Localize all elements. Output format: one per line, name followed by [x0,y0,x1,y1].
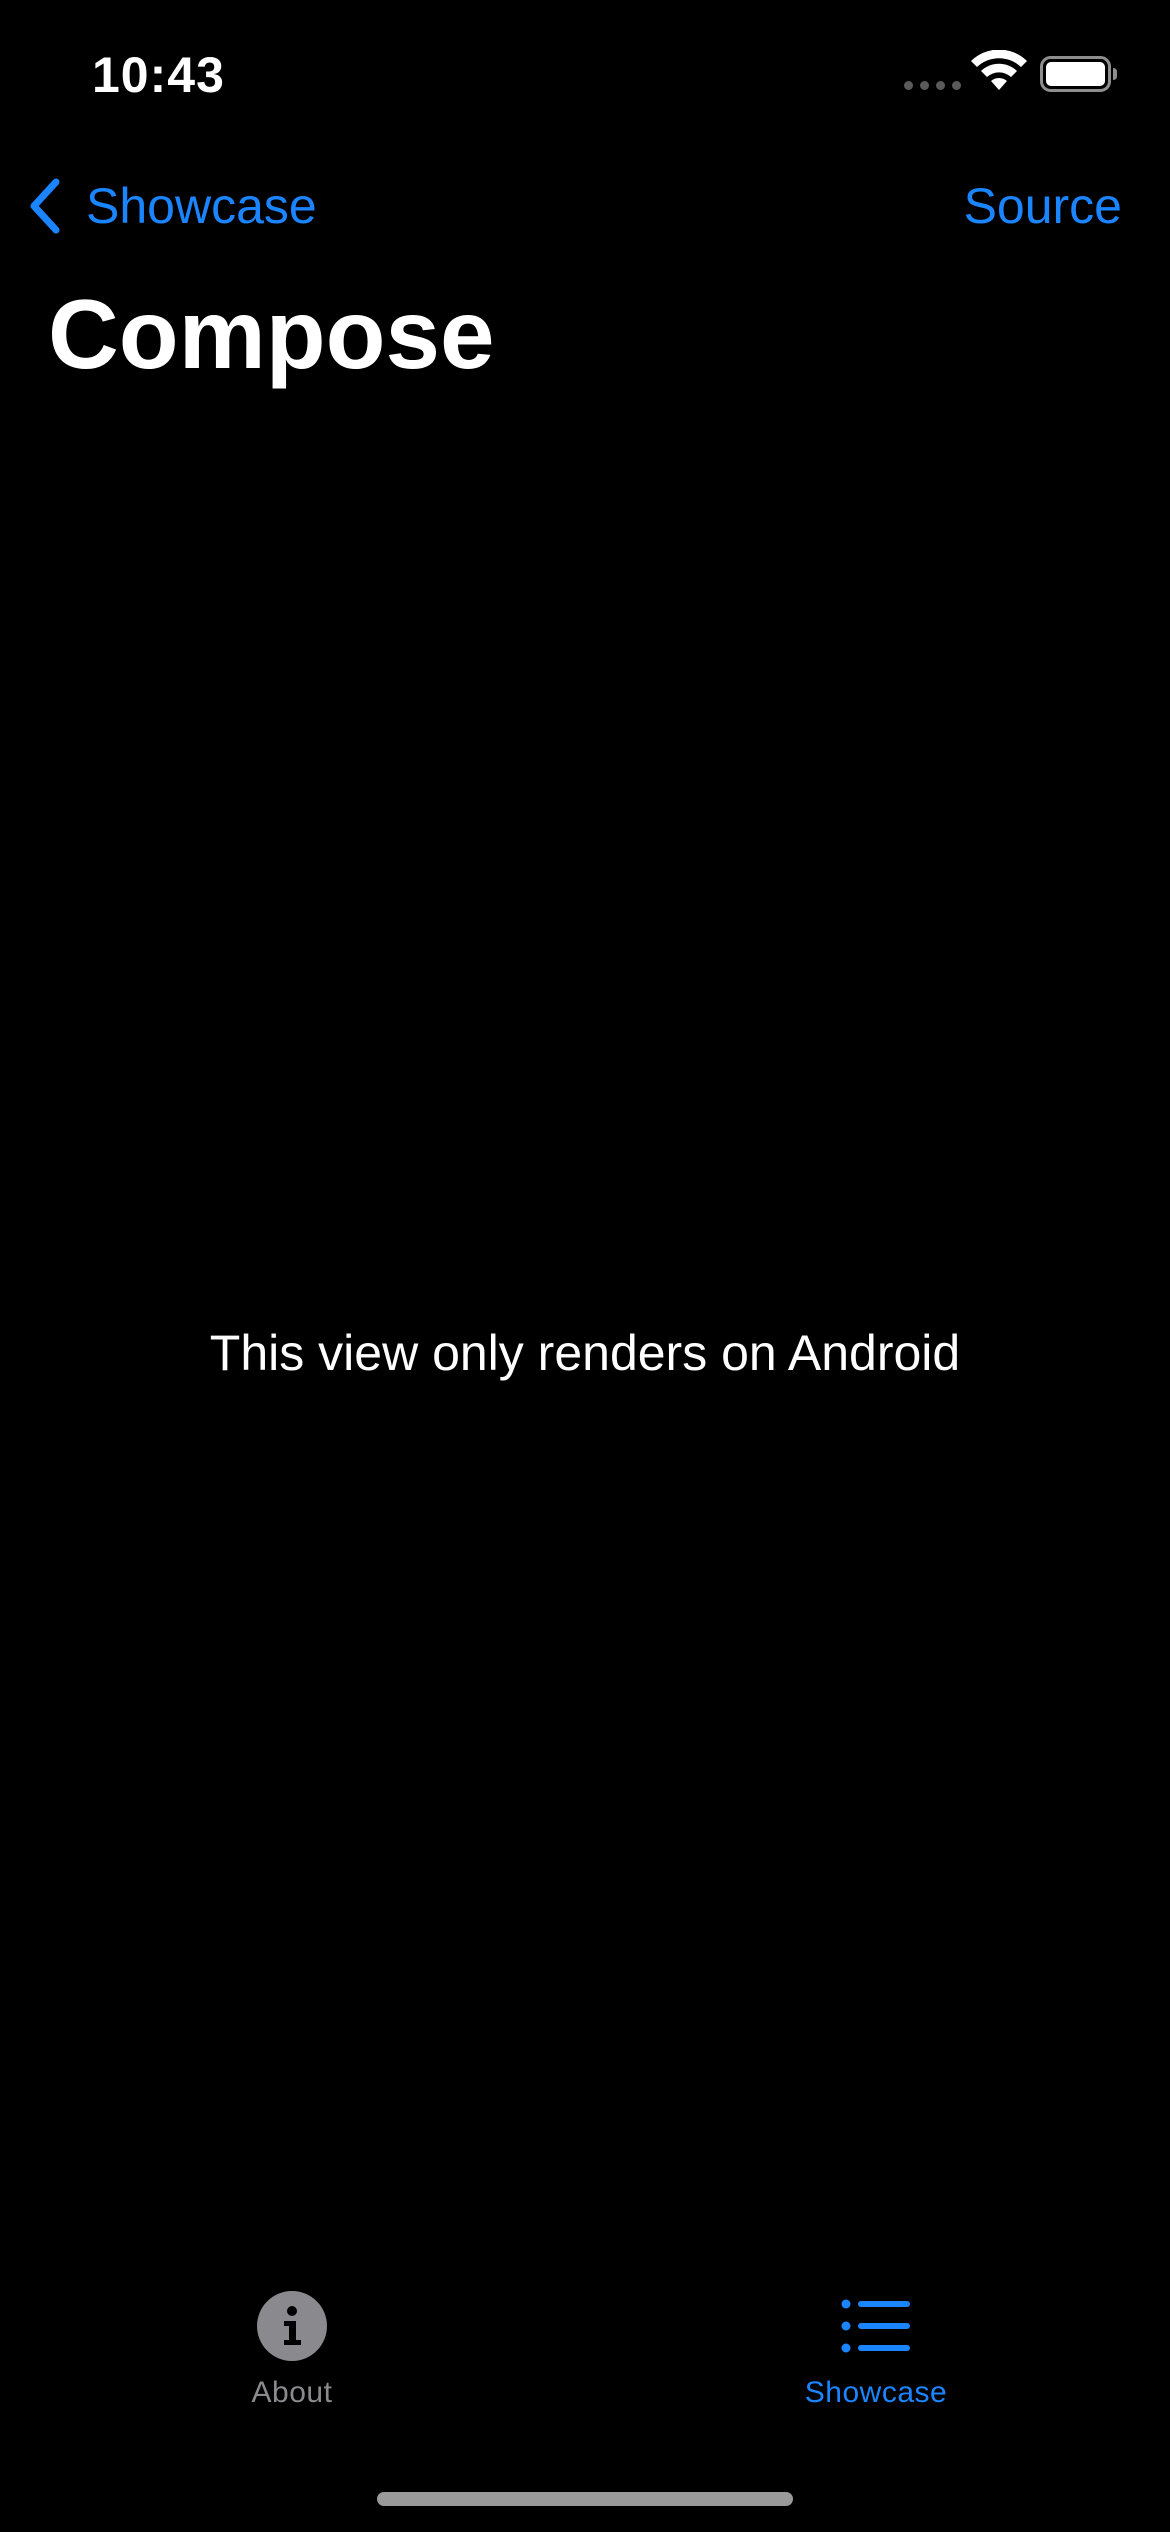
status-time: 10:43 [92,47,225,103]
home-indicator[interactable] [377,2492,793,2506]
tab-showcase-label: Showcase [804,2376,948,2409]
status-bar: 10:43 [0,0,1170,140]
battery-icon [1040,56,1117,92]
tab-about[interactable]: About [142,2290,442,2410]
tab-bar: About Showcase [0,2270,1170,2460]
cellular-signal-icon [904,81,961,90]
navigation-bar: Showcase Source [0,160,1170,250]
page-title: Compose [48,279,495,389]
info-circle-icon [257,2291,327,2361]
wifi-icon [971,50,1027,90]
back-button[interactable]: Showcase [24,174,317,238]
tab-about-label: About [251,2376,333,2409]
source-button[interactable]: Source [964,174,1122,238]
back-button-label: Showcase [86,178,317,234]
platform-message: This view only renders on Android [209,1325,961,1381]
list-bullet-icon [841,2299,910,2353]
chevron-left-icon [30,178,60,234]
tab-showcase[interactable]: Showcase [726,2290,1026,2410]
